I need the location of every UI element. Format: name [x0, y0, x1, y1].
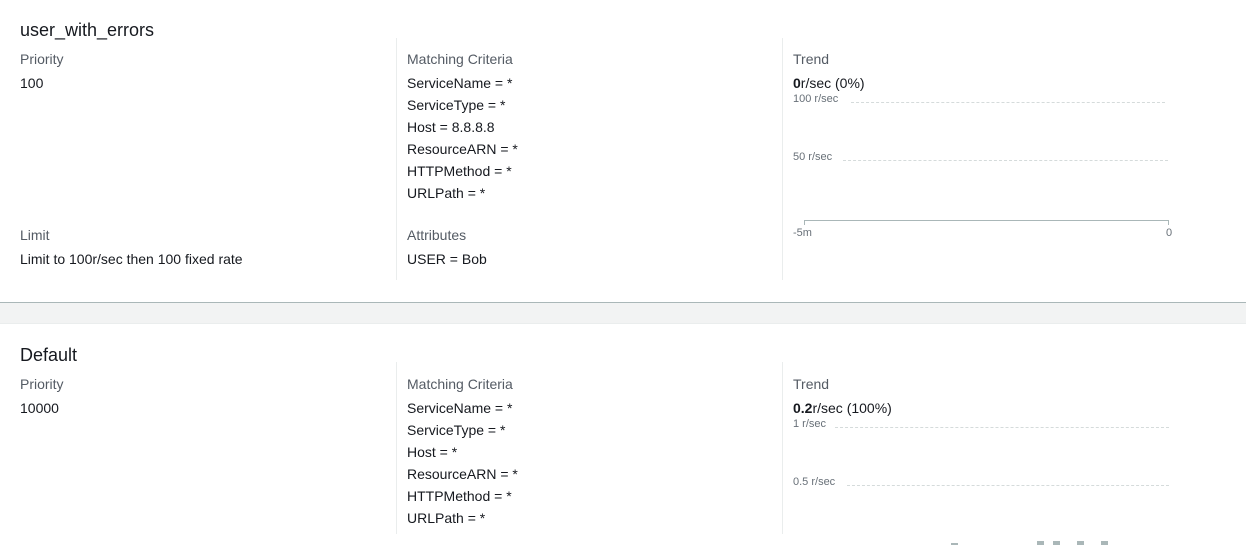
priority-label: Priority	[20, 51, 64, 67]
criteria-item: ResourceARN = *	[407, 141, 518, 157]
trend-label: Trend	[793, 376, 830, 392]
gridline	[835, 427, 1169, 428]
trend-bar	[1101, 541, 1108, 545]
card-separator	[0, 303, 1246, 323]
trend-rate-suffix: r/sec (0%)	[800, 75, 865, 91]
trend-bar	[1077, 541, 1084, 545]
priority-value: 100	[20, 75, 44, 91]
criteria-item: ServiceName = *	[407, 75, 513, 91]
sampling-rule-card: user_with_errors Priority 100 Limit Limi…	[0, 0, 1246, 303]
trend-rate: 0r/sec (0%)	[793, 75, 865, 91]
gridline	[847, 485, 1169, 486]
trend-bar	[1037, 541, 1044, 545]
criteria-item: URLPath = *	[407, 185, 486, 201]
x-axis-tick	[804, 220, 805, 225]
priority-label: Priority	[20, 376, 64, 392]
attributes-label: Attributes	[407, 227, 467, 243]
x-tick-label: 0	[1166, 227, 1173, 239]
gridline	[851, 102, 1165, 103]
trend-chart: Trend 0r/sec (0%) 100 r/sec 50 r/sec -5m…	[782, 38, 1246, 280]
criteria-item: Host = 8.8.8.8	[407, 119, 495, 135]
matching-criteria-label: Matching Criteria	[407, 376, 513, 392]
y-tick-label: 1 r/sec	[793, 418, 827, 430]
trend-rate-value: 0	[793, 75, 801, 91]
limit-label: Limit	[20, 227, 50, 243]
x-axis-tick	[1168, 220, 1169, 225]
trend-bar	[1053, 541, 1060, 545]
y-tick-label: 100 r/sec	[793, 93, 839, 105]
x-axis	[804, 220, 1169, 221]
limit-value: Limit to 100r/sec then 100 fixed rate	[20, 251, 243, 267]
y-tick-label: 50 r/sec	[793, 151, 833, 163]
gridline	[843, 160, 1168, 161]
priority-value: 10000	[20, 400, 59, 416]
attribute-item: USER = Bob	[407, 251, 487, 267]
rule-middle-column: Matching Criteria ServiceName = * Servic…	[396, 38, 783, 280]
trend-rate-value: 0.2	[793, 400, 813, 416]
y-tick-label: 0.5 r/sec	[793, 476, 836, 488]
criteria-item: Host = *	[407, 444, 458, 460]
matching-criteria-label: Matching Criteria	[407, 51, 513, 67]
criteria-item: HTTPMethod = *	[407, 163, 512, 179]
criteria-item: ServiceType = *	[407, 422, 506, 438]
sampling-rule-card: Default Priority 10000 Matching Criteria…	[0, 323, 1246, 545]
criteria-item: ServiceName = *	[407, 400, 513, 416]
trend-chart: Trend 0.2r/sec (100%) 1 r/sec 0.5 r/sec	[782, 362, 1246, 545]
rule-left-column: Priority 10000	[0, 362, 395, 534]
rule-left-column: Priority 100 Limit Limit to 100r/sec the…	[0, 38, 395, 280]
criteria-item: ServiceType = *	[407, 97, 506, 113]
criteria-item: ResourceARN = *	[407, 466, 518, 482]
trend-label: Trend	[793, 51, 830, 67]
rule-middle-column: Matching Criteria ServiceName = * Servic…	[396, 362, 783, 534]
x-tick-label: -5m	[793, 227, 812, 239]
trend-rate-suffix: r/sec (100%)	[812, 400, 892, 416]
trend-rate: 0.2r/sec (100%)	[793, 400, 892, 416]
criteria-item: HTTPMethod = *	[407, 488, 512, 504]
